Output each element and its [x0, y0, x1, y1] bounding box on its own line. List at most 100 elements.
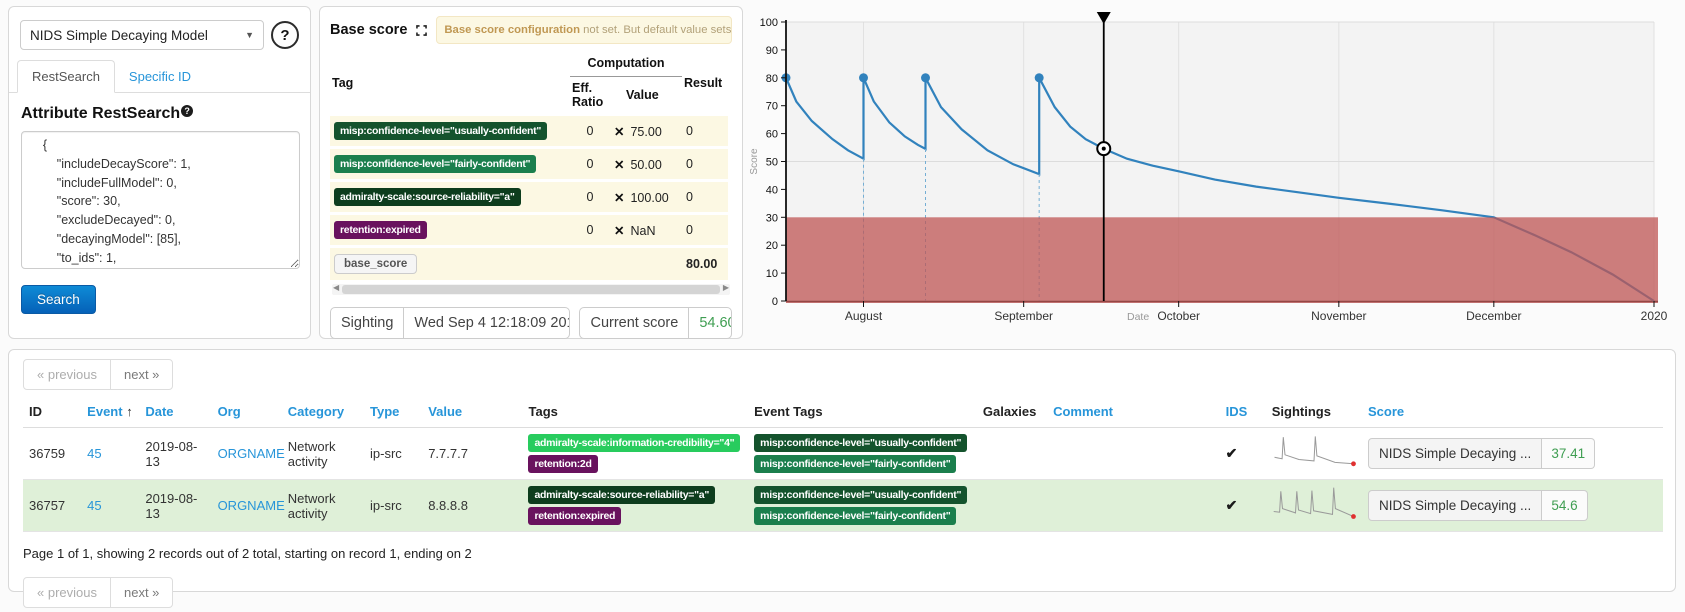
multiply-icon: ✕: [614, 158, 624, 172]
event-link[interactable]: 45: [87, 498, 101, 513]
score-value: 37.41: [1542, 438, 1595, 469]
col-header-tag: Tag: [330, 52, 570, 115]
title-help-icon[interactable]: ?: [181, 105, 193, 117]
pagination-top: « previous next »: [23, 359, 173, 390]
svg-text:100: 100: [760, 17, 778, 29]
svg-text:40: 40: [766, 184, 778, 196]
base-score-panel: Base score Base score configuration not …: [319, 6, 743, 339]
current-score-value: 54.60: [688, 308, 732, 338]
cell-date: 2019-08-13: [139, 480, 211, 532]
col-header-org[interactable]: Org: [212, 396, 282, 428]
cell-id: 36759: [23, 428, 81, 480]
next-page-button[interactable]: next »: [110, 359, 173, 390]
multiply-icon: ✕: [614, 125, 624, 139]
chevron-down-icon: ▼: [245, 30, 254, 40]
sighting-date: Wed Sep 4 12:18:09 2019: [403, 308, 570, 338]
attribute-results-panel: « previous next » ID Event ↑ Date Org Ca…: [8, 349, 1676, 592]
cell-galaxies: [977, 480, 1047, 532]
ids-check-icon: ✔: [1226, 497, 1238, 513]
base-score-title: Base score: [330, 22, 407, 38]
base-score-row: misp:confidence-level="fairly-confident"…: [330, 148, 728, 181]
cell-comment: [1047, 480, 1220, 532]
col-header-event[interactable]: Event ↑: [81, 396, 139, 428]
svg-text:October: October: [1157, 309, 1200, 323]
tab-restsearch[interactable]: RestSearch: [17, 60, 115, 93]
previous-page-button[interactable]: « previous: [23, 577, 111, 608]
cell-galaxies: [977, 428, 1047, 480]
org-link[interactable]: ORGNAME: [218, 446, 285, 461]
decaying-model-selected: NIDS Simple Decaying Model: [30, 28, 208, 43]
org-link[interactable]: ORGNAME: [218, 498, 285, 513]
base-score-total: 80.00: [682, 247, 728, 281]
col-header-category[interactable]: Category: [282, 396, 364, 428]
col-header-sightings: Sightings: [1266, 396, 1362, 428]
base-score-row: retention:expired 0 ✕NaN 0: [330, 214, 728, 247]
multiply-icon: ✕: [614, 224, 624, 238]
col-header-ids[interactable]: IDS: [1220, 396, 1266, 428]
score-group[interactable]: NIDS Simple Decaying ... 37.41: [1368, 438, 1595, 469]
sightings-sparkline: [1272, 435, 1356, 473]
scroll-right-icon[interactable]: ▶: [723, 283, 729, 292]
col-header-tags: Tags: [522, 396, 748, 428]
col-header-comment[interactable]: Comment: [1047, 396, 1220, 428]
tag-badge: admiralty-scale:source-reliability="a": [528, 486, 715, 504]
search-button[interactable]: Search: [21, 285, 96, 314]
tab-specific-id[interactable]: Specific ID: [115, 61, 205, 92]
event-tag-badge: misp:confidence-level="fairly-confident": [754, 455, 956, 473]
cell-id: 36757: [23, 480, 81, 532]
svg-text:60: 60: [766, 129, 778, 141]
col-header-score[interactable]: Score: [1362, 396, 1663, 428]
next-page-button[interactable]: next »: [110, 577, 173, 608]
model-config-panel: NIDS Simple Decaying Model ▼ ? RestSearc…: [8, 6, 311, 339]
pagination-bottom: « previous next »: [23, 577, 173, 608]
current-score-label: Current score: [580, 308, 688, 338]
decaying-model-select[interactable]: NIDS Simple Decaying Model ▼: [20, 20, 264, 50]
scrollbar-thumb[interactable]: [342, 285, 720, 294]
restsearch-query-input[interactable]: { "includeDecayScore": 1, "includeFullMo…: [21, 131, 300, 269]
base-score-row: admiralty-scale:source-reliability="a" 0…: [330, 181, 728, 214]
cell-type: ip-src: [364, 428, 422, 480]
cell-value: 7.7.7.7: [422, 428, 522, 480]
previous-page-button[interactable]: « previous: [23, 359, 111, 390]
tag-badge: admiralty-scale:source-reliability="a": [334, 188, 521, 206]
sighting-label: Sighting: [331, 308, 403, 338]
col-header-value: Value: [610, 77, 682, 115]
tag-badge: retention:expired: [528, 507, 621, 525]
event-tag-badge: misp:confidence-level="usually-confident…: [754, 434, 967, 452]
tag-badge: retention:expired: [334, 221, 427, 239]
score-model-name: NIDS Simple Decaying ...: [1368, 490, 1542, 521]
table-row: 36759 45 2019-08-13 ORGNAME Network acti…: [23, 428, 1663, 480]
col-header-event-tags: Event Tags: [748, 396, 977, 428]
col-header-value[interactable]: Value: [422, 396, 522, 428]
svg-text:30: 30: [766, 212, 778, 224]
base-score-total-row: base_score 80.00: [330, 247, 728, 281]
sighting-bar: Sighting Wed Sep 4 12:18:09 2019 Current…: [320, 295, 742, 351]
cell-comment: [1047, 428, 1220, 480]
score-value: 54.6: [1542, 490, 1587, 521]
pagination-summary: Page 1 of 1, showing 2 records out of 2 …: [23, 546, 1675, 561]
col-header-type[interactable]: Type: [364, 396, 422, 428]
model-selector-row: NIDS Simple Decaying Model ▼ ?: [9, 7, 310, 56]
horizontal-scrollbar[interactable]: ◀ ▶: [332, 284, 730, 295]
col-header-date[interactable]: Date: [139, 396, 211, 428]
col-header-id: ID: [23, 396, 81, 428]
tag-badge: misp:confidence-level="usually-confident…: [334, 122, 547, 140]
base-score-row: misp:confidence-level="usually-confident…: [330, 115, 728, 148]
tag-badge: misp:confidence-level="fairly-confident": [334, 155, 536, 173]
expand-icon[interactable]: [415, 24, 428, 37]
tag-badge: admiralty-scale:information-credibility=…: [528, 434, 740, 452]
search-tab-bar: RestSearch Specific ID: [9, 56, 310, 93]
svg-text:2020: 2020: [1641, 309, 1668, 323]
scroll-left-icon[interactable]: ◀: [333, 283, 339, 292]
score-group[interactable]: NIDS Simple Decaying ... 54.6: [1368, 490, 1588, 521]
svg-text:0: 0: [772, 296, 778, 308]
tag-badge: retention:2d: [528, 455, 597, 473]
help-button[interactable]: ?: [271, 21, 299, 49]
decay-chart-svg[interactable]: 0102030405060708090100AugustSeptemberOct…: [745, 6, 1680, 341]
col-header-galaxies: Galaxies: [977, 396, 1047, 428]
svg-text:September: September: [994, 309, 1053, 323]
score-model-name: NIDS Simple Decaying ...: [1368, 438, 1542, 469]
cell-category: Network activity: [282, 428, 364, 480]
svg-text:Score: Score: [749, 148, 760, 175]
event-link[interactable]: 45: [87, 446, 101, 461]
